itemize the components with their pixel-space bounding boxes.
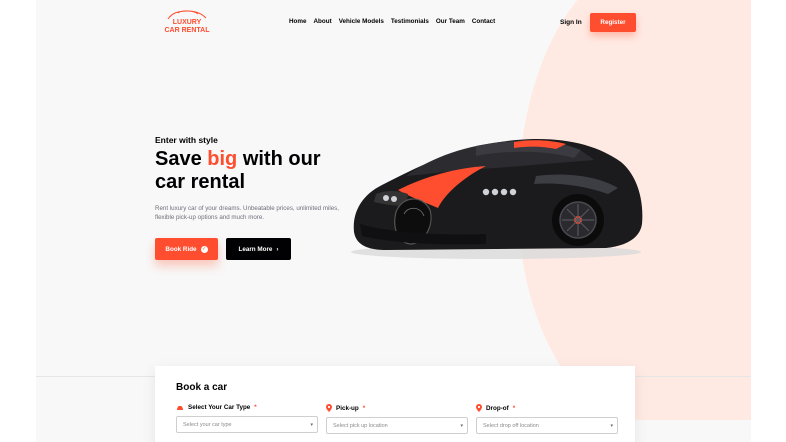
brand-logo[interactable]: LUXURY CAR RENTAL	[164, 9, 210, 37]
booking-title: Book a car	[176, 382, 228, 393]
drop-off-field: Drop-of * Select drop off location ▾	[476, 404, 618, 434]
page: LUXURY CAR RENTAL Home About Vehicle Mod…	[36, 0, 751, 442]
car-type-field: Select Your Car Type * Select your car t…	[176, 404, 318, 433]
pick-up-label: Pick-up *	[326, 404, 468, 412]
drop-off-placeholder: Select drop off location	[483, 422, 539, 429]
drop-off-label: Drop-of *	[476, 404, 618, 412]
required-marker: *	[512, 404, 516, 412]
brand-line2: CAR RENTAL	[164, 27, 210, 34]
learn-more-button[interactable]: Learn More ›	[226, 238, 291, 260]
car-type-select[interactable]: Select your car type ▾	[176, 416, 318, 433]
pick-up-label-text: Pick-up	[336, 404, 359, 412]
booking-card: Book a car Select Your Car Type * Select…	[155, 366, 635, 442]
brand-name: LUXURY CAR RENTAL	[164, 19, 210, 35]
book-ride-button[interactable]: Book Ride ✓	[155, 238, 218, 260]
main-nav: Home About Vehicle Models Testimonials O…	[289, 18, 495, 25]
headline-pre: Save	[155, 148, 208, 170]
required-marker: *	[362, 404, 366, 412]
check-circle-icon: ✓	[200, 245, 208, 253]
register-button[interactable]: Register	[590, 13, 636, 32]
learn-more-label: Learn More	[238, 245, 273, 253]
book-ride-label: Book Ride	[165, 245, 197, 253]
required-marker: *	[254, 404, 257, 411]
chevron-down-icon: ▾	[610, 422, 613, 429]
nav-item-contact[interactable]: Contact	[472, 18, 495, 25]
car-type-placeholder: Select your car type	[183, 421, 232, 428]
nav-item-testimonials[interactable]: Testimonials	[391, 18, 429, 25]
brand-line1: LUXURY	[172, 19, 202, 26]
car-type-label-text: Select Your Car Type	[188, 404, 251, 411]
drop-off-select[interactable]: Select drop off location ▾	[476, 417, 618, 434]
sign-in-link[interactable]: Sign In	[560, 19, 582, 26]
car-icon	[177, 405, 183, 410]
pick-up-field: Pick-up * Select pick up location ▾	[326, 404, 468, 434]
chevron-down-icon: ▾	[310, 421, 313, 428]
chevron-right-icon: ›	[276, 245, 279, 253]
hero-headline: Save big with our car rental	[155, 148, 355, 194]
nav-item-home[interactable]: Home	[289, 18, 307, 25]
nav-item-about[interactable]: About	[314, 18, 332, 25]
hero-car-image	[351, 138, 643, 259]
car-type-label: Select Your Car Type *	[176, 404, 318, 411]
location-pin-icon	[326, 404, 332, 412]
pick-up-placeholder: Select pick up location	[333, 422, 388, 429]
drop-off-label-text: Drop-of	[486, 404, 509, 412]
pick-up-select[interactable]: Select pick up location ▾	[326, 417, 468, 434]
headline-accent: big	[207, 148, 238, 170]
hero-tagline: Enter with style	[155, 135, 218, 145]
hero-description: Rent luxury car of your dreams. Unbeatab…	[155, 205, 339, 221]
chevron-down-icon: ▾	[460, 422, 463, 429]
location-pin-icon	[476, 404, 482, 412]
nav-item-our-team[interactable]: Our Team	[436, 18, 465, 25]
nav-item-vehicle-models[interactable]: Vehicle Models	[339, 18, 384, 25]
